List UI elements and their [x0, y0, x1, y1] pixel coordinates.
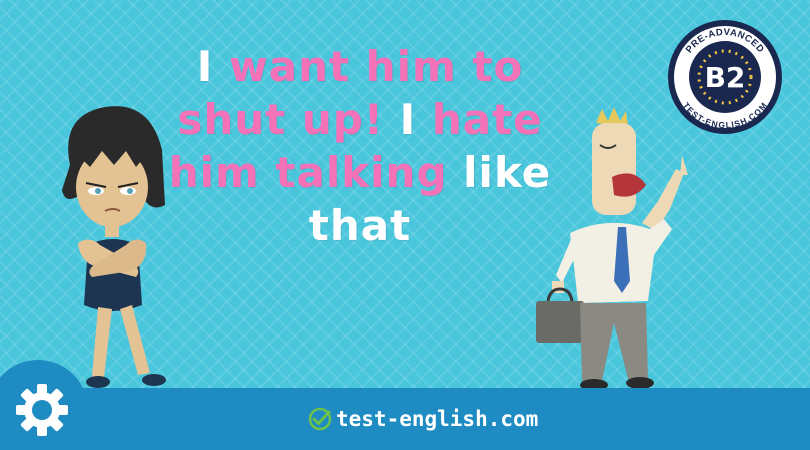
headline-line-2: shut up! I hate: [150, 93, 570, 146]
check-circle-icon: [308, 407, 332, 431]
headline-i-2: I: [383, 95, 432, 144]
headline-line-4: that: [150, 199, 570, 252]
site-name: test-english.com: [336, 407, 539, 431]
site-logo-link[interactable]: test-english.com: [308, 402, 538, 436]
badge-level: B2: [705, 61, 746, 94]
headline-line-3: him talking like: [150, 146, 570, 199]
girl-illustration: [62, 106, 166, 388]
headline-line-1: I want him to: [150, 40, 570, 93]
headline-him-talking: him talking: [168, 148, 448, 197]
banner: I want him to shut up! I hate him talkin…: [0, 0, 810, 450]
headline: I want him to shut up! I hate him talkin…: [150, 40, 570, 252]
headline-want: want him to: [228, 42, 524, 91]
headline-shut-up: shut up!: [177, 95, 384, 144]
headline-hate: hate: [431, 95, 543, 144]
headline-i: I: [196, 42, 229, 91]
level-badge: PRE-ADVANCED TEST-ENGLISH.COM B2: [666, 18, 784, 136]
headline-that: that: [308, 201, 412, 250]
gear-icon[interactable]: [14, 382, 70, 438]
man-illustration: [536, 107, 688, 391]
